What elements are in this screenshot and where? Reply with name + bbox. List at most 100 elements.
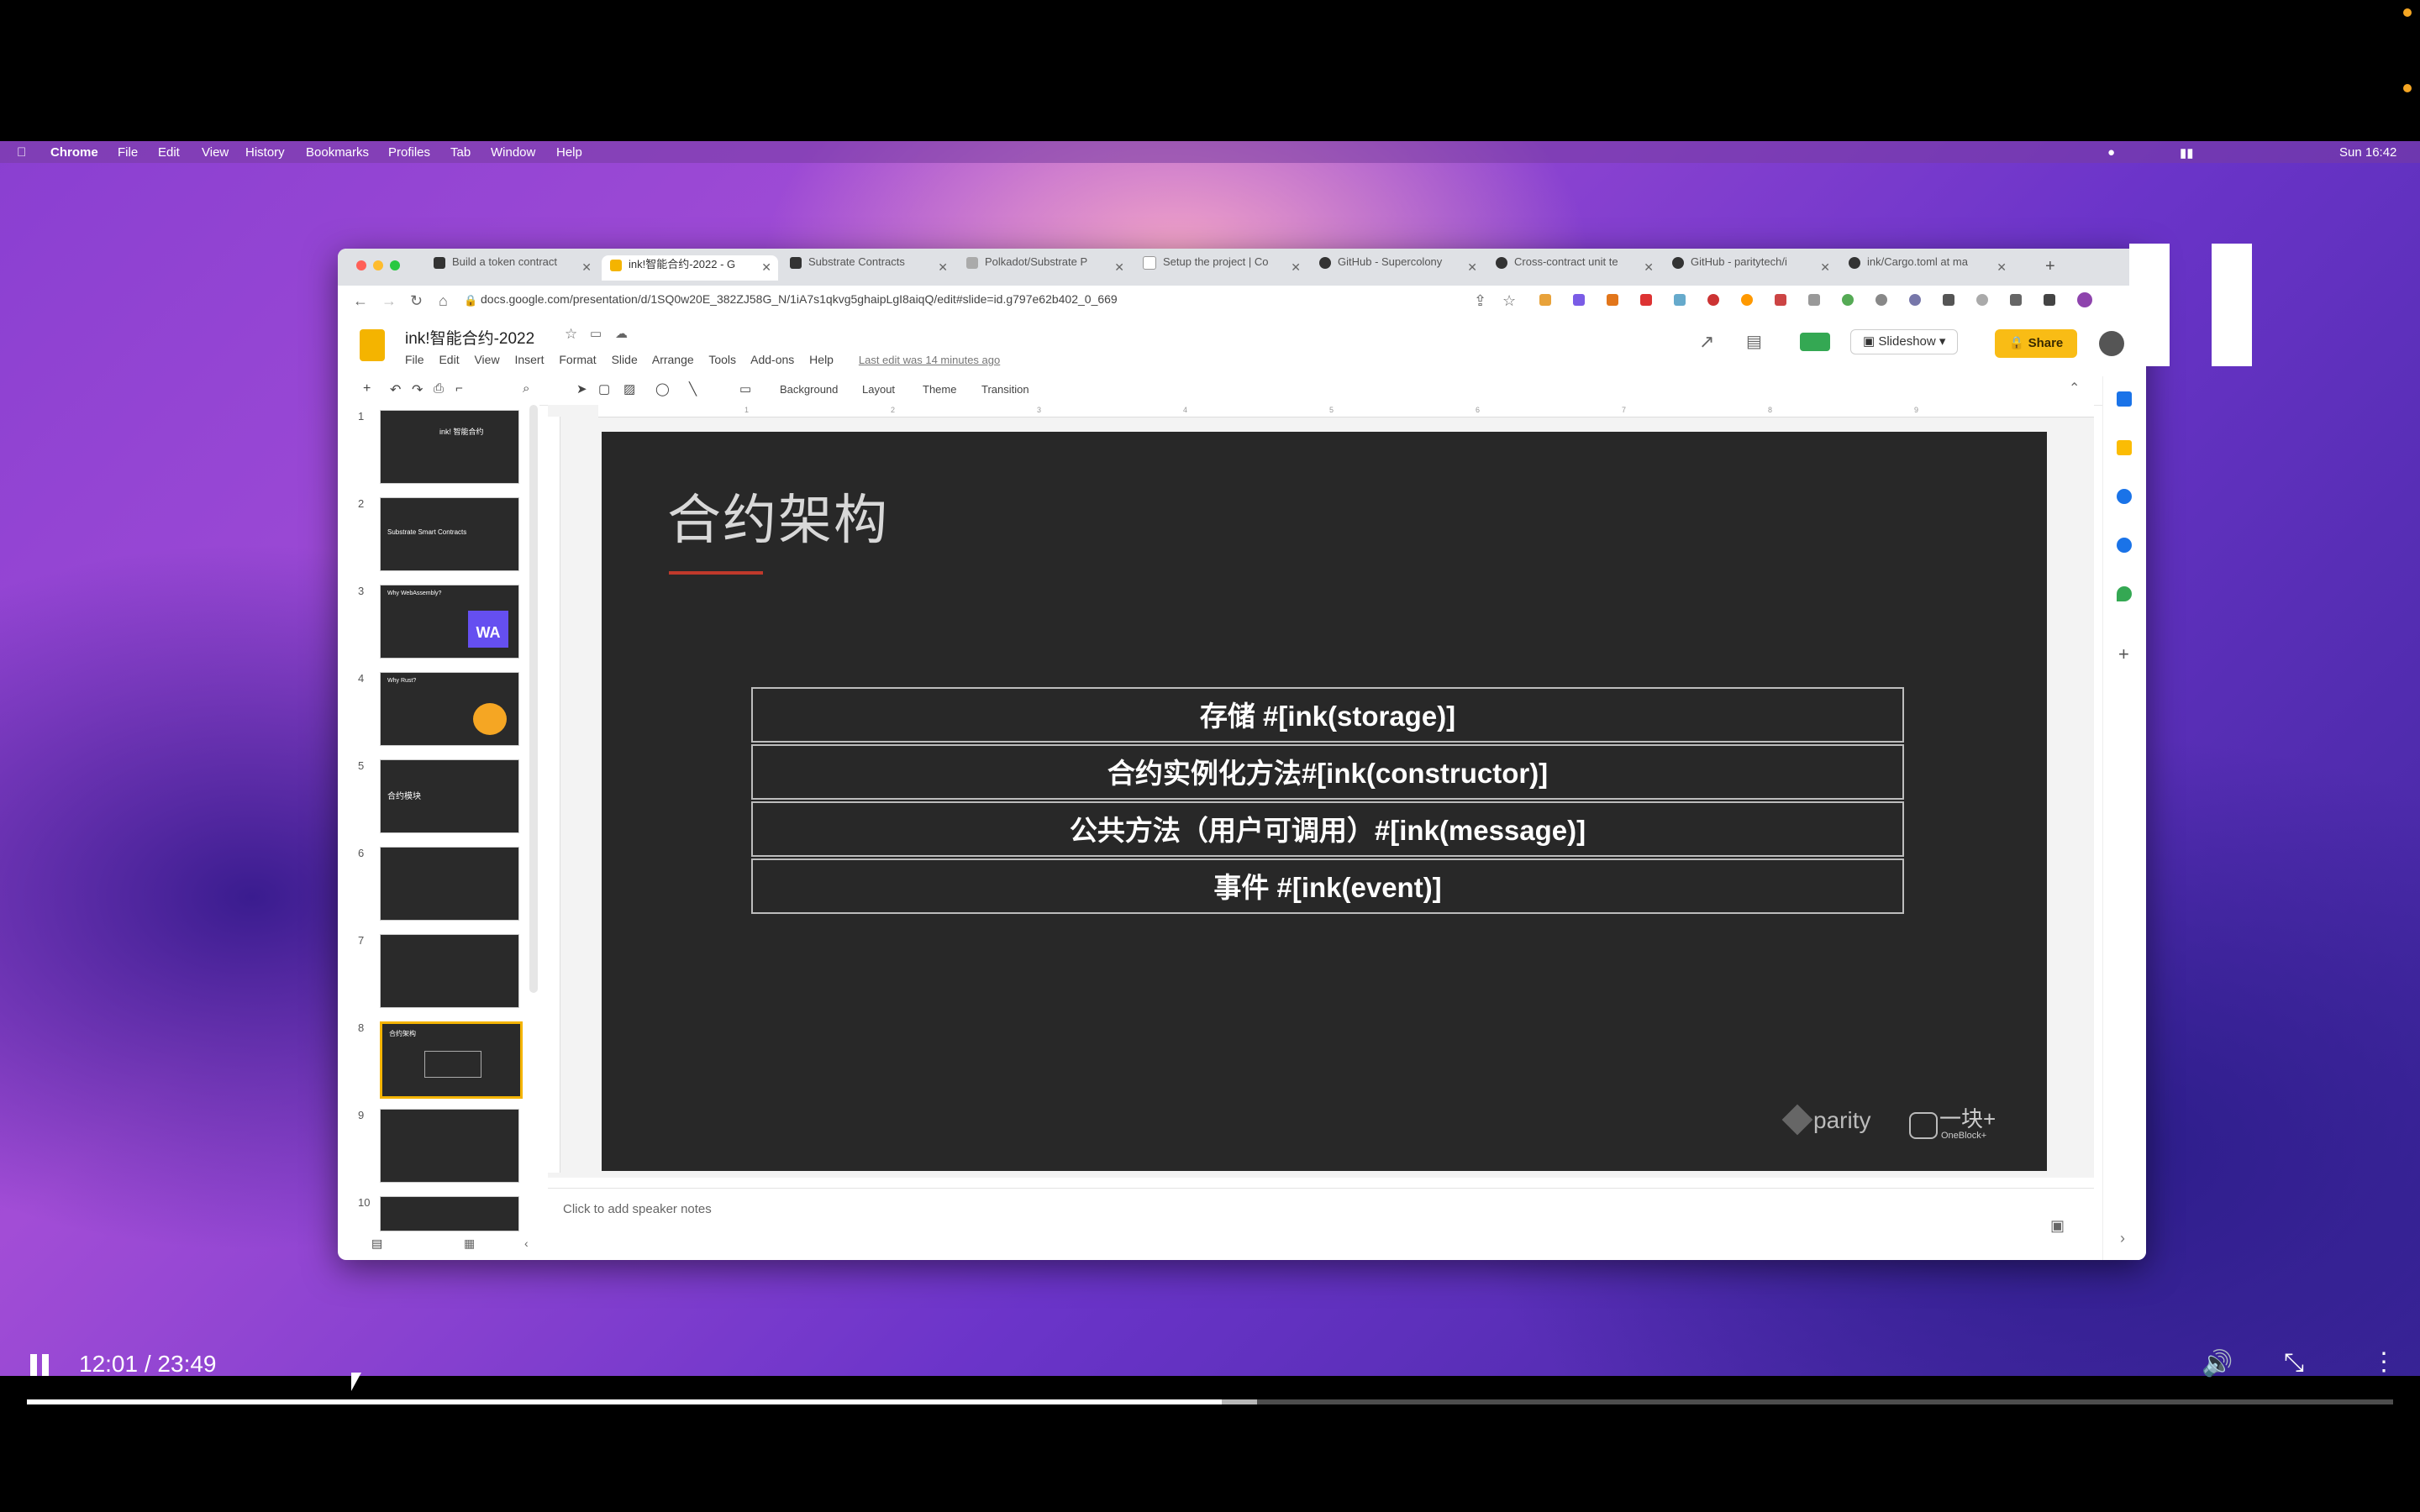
slide-thumbnail[interactable]: ink! 智能合约: [380, 410, 519, 484]
filmstrip-scrollbar[interactable]: [529, 405, 538, 993]
paint-format-icon[interactable]: ⌐: [455, 381, 463, 396]
close-tab-icon[interactable]: ✕: [761, 260, 771, 275]
slide-thumbnail[interactable]: [380, 1196, 519, 1231]
explore-icon[interactable]: ▣: [2050, 1217, 2065, 1235]
menu-addons[interactable]: Add-ons: [750, 353, 794, 366]
menu-edit[interactable]: Edit: [439, 353, 459, 366]
redo-icon[interactable]: ↷: [412, 381, 423, 398]
new-slide-icon[interactable]: +: [363, 381, 371, 396]
extension-icon[interactable]: [1707, 294, 1719, 306]
speaker-notes[interactable]: Click to add speaker notes ▣: [548, 1188, 2094, 1236]
comment-icon[interactable]: ▭: [739, 381, 751, 396]
close-tab-icon[interactable]: ✕: [1291, 260, 1301, 275]
image-icon[interactable]: ▨: [623, 381, 635, 396]
browser-tab-active[interactable]: ink!智能合约-2022 - G ✕: [602, 255, 778, 281]
slide-thumbnail[interactable]: [380, 1109, 519, 1183]
collapse-panel-icon[interactable]: ‹: [524, 1236, 529, 1250]
menu-insert[interactable]: Insert: [514, 353, 544, 366]
slide-thumbnail-selected[interactable]: 合约架构: [380, 1021, 523, 1099]
zoom-icon[interactable]: ⌕: [523, 381, 529, 396]
slide-thumbnail[interactable]: 合约模块: [380, 759, 519, 833]
extension-icon[interactable]: [1909, 294, 1921, 306]
window-zoom-button[interactable]: [390, 260, 400, 270]
menu-history[interactable]: History: [245, 145, 285, 160]
menu-slide[interactable]: Slide: [612, 353, 638, 366]
volume-icon[interactable]: 🔊: [2202, 1349, 2233, 1378]
layout-button[interactable]: Layout: [862, 383, 895, 396]
slide-title[interactable]: 合约架构: [667, 477, 889, 554]
menu-tab[interactable]: Tab: [450, 145, 471, 160]
extension-icon[interactable]: [1943, 294, 1954, 306]
calendar-icon[interactable]: [2117, 391, 2132, 407]
cloud-status-icon[interactable]: ☁: [615, 326, 628, 341]
line-icon[interactable]: ╲: [689, 381, 697, 396]
close-tab-icon[interactable]: ✕: [938, 260, 948, 275]
profile-avatar[interactable]: [2077, 292, 2092, 307]
menu-view[interactable]: View: [202, 145, 229, 160]
extension-icon[interactable]: [1808, 294, 1820, 306]
collapse-toolbar-icon[interactable]: ⌃: [2069, 380, 2080, 396]
activity-icon[interactable]: ↗: [1699, 331, 1714, 353]
slideshow-button[interactable]: ▣ Slideshow ▾: [1850, 329, 1959, 354]
window-close-button[interactable]: [356, 260, 366, 270]
menu-file[interactable]: File: [118, 145, 138, 160]
menu-window[interactable]: Window: [491, 145, 535, 160]
print-icon[interactable]: ⎙: [434, 381, 444, 396]
maps-icon[interactable]: [2117, 586, 2132, 601]
architecture-table[interactable]: 存储 #[ink(storage)] 合约实例化方法#[ink(construc…: [751, 687, 1904, 919]
slide-thumbnail[interactable]: Why WebAssembly? WA: [380, 585, 519, 659]
progress-played[interactable]: [27, 1399, 1222, 1404]
filmstrip-view-icon[interactable]: ▤: [371, 1236, 382, 1251]
slide-thumbnail[interactable]: Substrate Smart Contracts: [380, 497, 519, 571]
battery-icon[interactable]: ▮▮: [2180, 145, 2194, 160]
browser-tab[interactable]: Polkadot/Substrate P ✕: [958, 255, 1131, 281]
browser-tab[interactable]: GitHub - Supercolony ✕: [1311, 255, 1484, 281]
browser-tab[interactable]: Setup the project | Co ✕: [1134, 255, 1307, 281]
last-edit-link[interactable]: Last edit was 14 minutes ago: [859, 354, 1000, 366]
close-tab-icon[interactable]: ✕: [1820, 260, 1830, 275]
current-slide[interactable]: 合约架构 存储 #[ink(storage)] 合约实例化方法#[ink(con…: [602, 432, 2047, 1171]
extension-icon[interactable]: [1674, 294, 1686, 306]
puzzle-icon[interactable]: [2010, 294, 2022, 306]
new-tab-button[interactable]: +: [2045, 257, 2055, 276]
window-minimize-button[interactable]: [373, 260, 383, 270]
slide-thumbnail[interactable]: [380, 847, 519, 921]
transition-button[interactable]: Transition: [981, 383, 1029, 396]
chevron-down-icon[interactable]: ▾: [1939, 334, 1946, 349]
browser-tab[interactable]: Build a token contract ✕: [425, 255, 598, 281]
sidebar-icon[interactable]: [2044, 294, 2055, 306]
close-tab-icon[interactable]: ✕: [1114, 260, 1124, 275]
keep-icon[interactable]: [2117, 440, 2132, 455]
browser-tab[interactable]: GitHub - paritytech/i ✕: [1664, 255, 1837, 281]
menu-file[interactable]: File: [405, 353, 424, 366]
exit-fullscreen-icon[interactable]: ⤡: [2284, 1349, 2304, 1378]
metamask-icon[interactable]: [1607, 294, 1618, 306]
select-cursor-icon[interactable]: ➤: [576, 381, 587, 396]
url-input[interactable]: docs.google.com/presentation/d/1SQ0w20E_…: [481, 292, 1118, 312]
wifi-icon[interactable]: ●: [2107, 145, 2115, 160]
slides-logo-icon[interactable]: [360, 329, 385, 361]
menu-help[interactable]: Help: [809, 353, 834, 366]
slide-thumbnail[interactable]: Why Rust?: [380, 672, 519, 746]
browser-tab[interactable]: Cross-contract unit te ✕: [1487, 255, 1660, 281]
expand-panel-icon[interactable]: ›: [2120, 1230, 2125, 1247]
extension-icon[interactable]: [1741, 294, 1753, 306]
browser-tab[interactable]: ink/Cargo.toml at ma ✕: [1840, 255, 2013, 281]
pause-icon[interactable]: [30, 1354, 37, 1376]
menu-clock[interactable]: Sun 16:42: [2339, 145, 2396, 160]
slide-thumbnail[interactable]: [380, 934, 519, 1008]
star-icon[interactable]: ☆: [565, 326, 577, 343]
menu-bookmarks[interactable]: Bookmarks: [306, 145, 369, 160]
bookmark-star-icon[interactable]: ☆: [1502, 292, 1516, 310]
menu-arrange[interactable]: Arrange: [652, 353, 694, 366]
back-icon[interactable]: ←: [353, 292, 368, 310]
close-tab-icon[interactable]: ✕: [1644, 260, 1654, 275]
extension-icon[interactable]: [1976, 294, 1988, 306]
share-button[interactable]: 🔒 Share: [1995, 329, 2077, 358]
menu-app-name[interactable]: Chrome: [50, 145, 98, 160]
menu-view[interactable]: View: [474, 353, 499, 366]
close-tab-icon[interactable]: ✕: [1996, 260, 2007, 275]
extension-icon[interactable]: [1539, 294, 1551, 306]
close-tab-icon[interactable]: ✕: [1467, 260, 1477, 275]
lock-icon[interactable]: 🔒: [464, 294, 477, 307]
